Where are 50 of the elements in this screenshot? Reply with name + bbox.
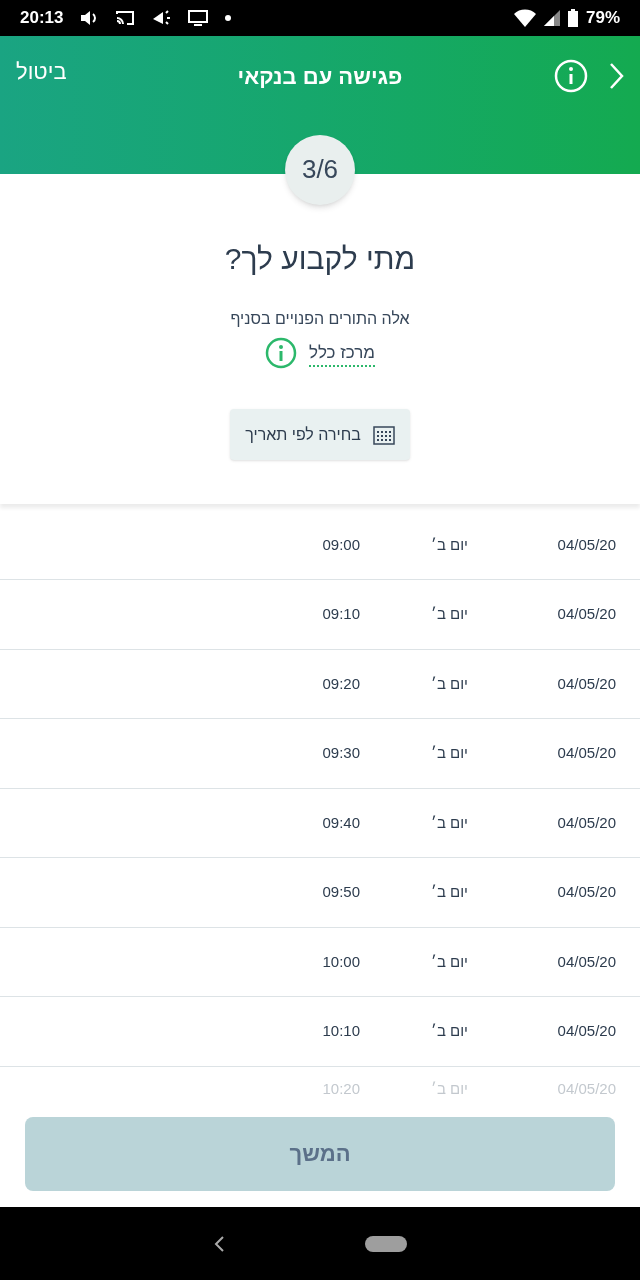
slot-time: 09:40 (322, 812, 360, 833)
slot-time: 10:20 (322, 1079, 360, 1099)
slot-date: 04/05/20 (556, 534, 616, 555)
slot-time: 09:10 (322, 604, 360, 624)
slot-time: 10:10 (322, 1021, 360, 1041)
nav-back-icon[interactable] (213, 1234, 225, 1253)
slot-date: 04/05/20 (556, 1021, 616, 1041)
megaphone-icon (151, 8, 172, 27)
slot-day: יום ב׳ (360, 1078, 468, 1101)
home-pill[interactable] (365, 1235, 407, 1252)
slot-time: 09:00 (322, 534, 360, 555)
slot-date: 04/05/20 (556, 951, 616, 972)
slot-time: 09:30 (322, 743, 360, 763)
info-button[interactable] (554, 58, 588, 93)
date-picker-button[interactable]: בחירה לפי תאריך (230, 409, 410, 461)
back-button[interactable] (608, 61, 624, 90)
slot-date: 04/05/20 (556, 673, 616, 694)
question-heading: מתי לקבוע לך? (224, 241, 416, 278)
slot-day: יום ב׳ (360, 1020, 468, 1043)
battery-icon (567, 8, 578, 27)
slot-time: 09:50 (322, 882, 360, 902)
chevron-right-icon (608, 61, 624, 90)
slot-date: 04/05/20 (556, 812, 616, 833)
slot-day: יום ב׳ (360, 672, 468, 695)
slot-time: 09:20 (322, 673, 360, 694)
monitor-icon (187, 8, 210, 27)
slot-date: 04/05/20 (556, 604, 616, 624)
wifi-icon (513, 8, 536, 27)
slot-date: 04/05/20 (556, 882, 616, 902)
slot-day: יום ב׳ (360, 603, 468, 626)
signal-icon (543, 9, 560, 26)
slot-day: יום ב׳ (360, 950, 468, 973)
screen-title: פגישה עם בנקאי (237, 62, 403, 91)
info-icon (554, 58, 588, 93)
calendar-icon (372, 425, 395, 445)
slot-day: יום ב׳ (360, 742, 468, 765)
branch-intro-text: אלה התורים הפנויים בסניף (230, 309, 410, 330)
step-indicator: 3/6 (285, 134, 355, 205)
slot-date: 04/05/20 (556, 1079, 616, 1099)
slot-day: יום ב׳ (360, 811, 468, 834)
slot-time: 10:00 (322, 951, 360, 972)
info-icon (265, 337, 298, 370)
dot-icon (225, 14, 232, 21)
slot-day: יום ב׳ (360, 881, 468, 904)
slot-date: 04/05/20 (556, 743, 616, 763)
status-time: 20:13 (20, 7, 64, 30)
battery-percent: 79% (585, 7, 620, 30)
cast-icon (115, 9, 136, 26)
slot-day: יום ב׳ (360, 533, 468, 556)
branch-link[interactable]: מרכז כלל (309, 339, 375, 368)
